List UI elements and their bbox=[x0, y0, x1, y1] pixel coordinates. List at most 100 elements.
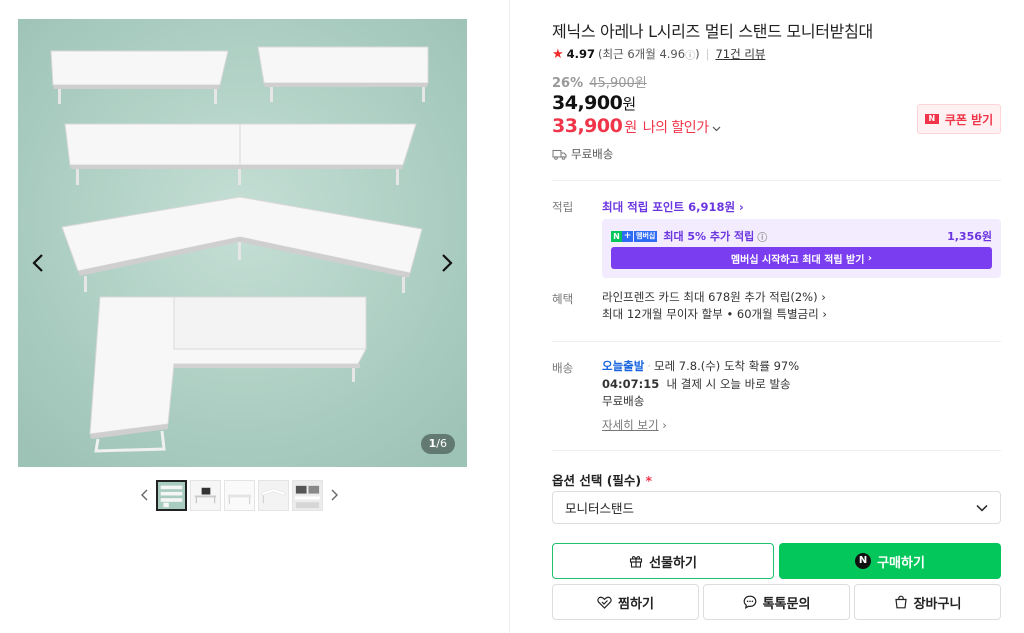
divider bbox=[552, 450, 1001, 451]
image-counter-total: /6 bbox=[436, 437, 447, 450]
thumbnail-3[interactable] bbox=[224, 479, 255, 511]
rating-recent-close: ) bbox=[695, 47, 700, 61]
required-mark: * bbox=[645, 473, 653, 488]
chevron-right-icon: › bbox=[658, 417, 667, 432]
delivery-fee: 무료배송 bbox=[602, 394, 645, 408]
max-points-text: 최대 적립 포인트 6,918원 bbox=[602, 200, 736, 214]
truck-icon bbox=[552, 149, 567, 160]
delivery-label: 배송 bbox=[552, 361, 574, 375]
chevron-left-icon bbox=[32, 254, 43, 272]
option-select[interactable]: 모니터스탠드 bbox=[552, 491, 1001, 524]
thumbnail-4[interactable] bbox=[258, 479, 289, 511]
max-points-link[interactable]: 최대 적립 포인트 6,918원 › bbox=[602, 200, 744, 214]
option-label: 옵션 선택 (필수) * bbox=[552, 470, 652, 489]
shopping-bag-icon bbox=[894, 595, 907, 609]
naver-n-icon: N bbox=[924, 114, 939, 124]
divider bbox=[552, 180, 1001, 181]
arrival-estimate: 모레 7.8.(수) 도착 확률 97% bbox=[653, 359, 800, 373]
talktalk-label: 톡톡문의 bbox=[762, 596, 811, 612]
card-benefit-link[interactable]: 라인프렌즈 카드 최대 678원 추가 적립(2%) › bbox=[602, 289, 827, 306]
talktalk-button[interactable]: 톡톡문의 bbox=[703, 584, 850, 620]
shipping-fee: 무료배송 bbox=[571, 147, 614, 161]
rating-score: 4.97 bbox=[566, 47, 596, 61]
chevron-left-icon bbox=[141, 489, 148, 501]
delivery-arrival-line: 오늘출발 · 모레 7.8.(수) 도착 확률 97% bbox=[602, 358, 799, 376]
thumbnail-1[interactable] bbox=[156, 479, 187, 511]
coupon-button[interactable]: N 쿠폰 받기 bbox=[917, 104, 1001, 134]
coupon-label: 쿠폰 받기 bbox=[944, 112, 994, 127]
cart-label: 장바구니 bbox=[913, 596, 962, 612]
product-image-gallery[interactable]: 1/6 bbox=[18, 19, 467, 467]
sale-price: 34,900원 bbox=[552, 92, 636, 114]
membership-amount: 1,356원 bbox=[947, 230, 992, 243]
my-price-value: 33,900 bbox=[552, 115, 623, 137]
delivery-body: 오늘출발 · 모레 7.8.(수) 도착 확률 97% 04:07:15 내 결제 … bbox=[602, 358, 799, 434]
benefits-label: 혜택 bbox=[552, 292, 574, 306]
discount-row: 26% 45,900원 bbox=[552, 72, 647, 91]
card-benefit-text: 라인프렌즈 카드 최대 678원 추가 적립(2%) bbox=[602, 290, 818, 304]
gift-button[interactable]: 선물하기 bbox=[552, 543, 774, 579]
review-count-link[interactable]: 71건 리뷰 bbox=[715, 46, 765, 62]
sale-price-value: 34,900 bbox=[552, 92, 623, 114]
delivery-detail-link[interactable]: 자세히 보기 bbox=[602, 418, 659, 432]
thumbnail-image bbox=[259, 480, 288, 510]
zzim-label: 찜하기 bbox=[618, 596, 654, 612]
star-icon: ★ bbox=[552, 46, 564, 62]
cart-button[interactable]: 장바구니 bbox=[854, 584, 1001, 620]
thumbnail-image bbox=[191, 480, 220, 510]
discount-rate: 26% bbox=[552, 76, 584, 91]
membership-logo-text: 멤버십 bbox=[634, 230, 658, 242]
buy-label: 구매하기 bbox=[877, 555, 925, 571]
points-label: 적립 bbox=[552, 200, 574, 214]
thumbnail-strip bbox=[137, 478, 342, 512]
chevron-down-icon[interactable] bbox=[712, 124, 721, 135]
membership-button-label: 멤버십 시작하고 최대 적립 받기 bbox=[730, 254, 865, 266]
original-price: 45,900원 bbox=[589, 76, 647, 91]
sale-price-unit: 원 bbox=[622, 95, 636, 113]
thumbnail-image bbox=[293, 480, 322, 510]
delivery-detail-row: 자세히 보기 › bbox=[602, 417, 799, 435]
info-icon[interactable]: ⓘ bbox=[757, 229, 767, 244]
membership-start-button[interactable]: 멤버십 시작하고 최대 적립 받기 › bbox=[611, 247, 992, 269]
thumbnail-2[interactable] bbox=[190, 479, 221, 511]
chevron-down-icon bbox=[976, 504, 988, 512]
column-divider bbox=[509, 0, 510, 633]
thumb-prev-button[interactable] bbox=[137, 480, 153, 510]
benefits-body: 라인프렌즈 카드 최대 678원 추가 적립(2%) › 최대 12개월 무이자… bbox=[602, 289, 827, 323]
thumbnail-5[interactable] bbox=[292, 479, 323, 511]
points-body: 최대 적립 포인트 6,918원 › bbox=[602, 199, 744, 215]
thumb-next-button[interactable] bbox=[326, 480, 342, 510]
membership-box: N + 멤버십 최대 5% 추가 적립 ⓘ 1,356원 멤버십 시작하고 최대 적… bbox=[602, 219, 1001, 278]
chevron-right-icon bbox=[442, 254, 453, 272]
thumbnail-image bbox=[158, 481, 185, 509]
rating-row: ★ 4.97 (최근 6개월 4.96 ⓘ ) | 71건 리뷰 bbox=[552, 46, 765, 62]
gift-label: 선물하기 bbox=[649, 555, 697, 571]
installment-link[interactable]: 최대 12개월 무이자 할부 • 60개월 특별금리 › bbox=[602, 306, 827, 323]
gallery-prev-button[interactable] bbox=[26, 248, 50, 278]
thumbnail-image bbox=[225, 480, 254, 510]
info-icon[interactable]: ⓘ bbox=[685, 47, 695, 62]
my-price-label[interactable]: 나의 할인가 bbox=[643, 117, 709, 137]
countdown-text: 내 결제 시 오늘 바로 발송 bbox=[666, 376, 791, 391]
membership-logo: N + 멤버십 bbox=[611, 230, 658, 242]
separator-dot: · bbox=[647, 359, 651, 373]
my-price-unit: 원 bbox=[624, 120, 637, 136]
heart-check-icon bbox=[597, 596, 612, 609]
buy-button[interactable]: N 구매하기 bbox=[779, 543, 1001, 579]
installment-text: 최대 12개월 무이자 할부 • 60개월 특별금리 bbox=[602, 307, 819, 321]
countdown-line: 04:07:15 내 결제 시 오늘 바로 발송 bbox=[602, 376, 799, 394]
chevron-right-icon: › bbox=[864, 252, 873, 264]
shipping-summary: 무료배송 bbox=[552, 146, 613, 162]
product-photo bbox=[18, 19, 467, 467]
gallery-next-button[interactable] bbox=[435, 248, 459, 278]
option-selected-value: 모니터스탠드 bbox=[565, 501, 635, 516]
my-discount-price: 33,900 원 나의 할인가 bbox=[552, 115, 721, 137]
gift-icon bbox=[630, 556, 643, 568]
image-counter: 1/6 bbox=[420, 434, 455, 454]
option-label-text: 옵션 선택 (필수) bbox=[552, 473, 642, 488]
divider bbox=[552, 341, 1001, 342]
chat-icon bbox=[743, 595, 756, 609]
naver-pay-icon: N bbox=[855, 553, 872, 569]
zzim-button[interactable]: 찜하기 bbox=[552, 584, 699, 620]
separator: | bbox=[705, 47, 710, 61]
